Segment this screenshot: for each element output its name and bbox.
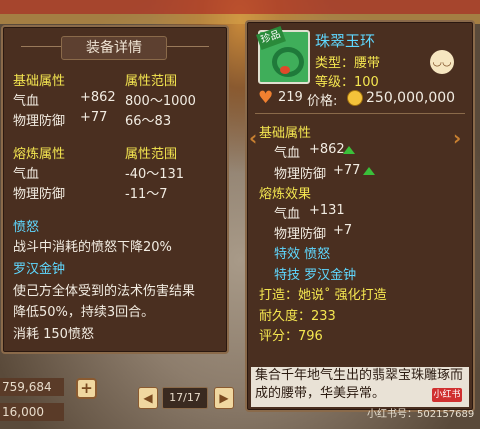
add-currency-button[interactable]: + [76,378,97,399]
divider [255,113,465,114]
basic-def-label: 物理防御 [274,167,327,182]
next-page-button[interactable]: ▶ [214,387,234,409]
refine-def-range: -11～7 [125,187,168,202]
anger-desc: 战斗中消耗的愤怒下降20% [13,240,172,255]
background-banner [0,0,480,14]
basic-attr-header: 基础属性 [13,74,66,89]
price-value: 250,000,000 [366,90,456,106]
skill-desc-line1: 使己方全体受到的法术伤害结果 [13,284,196,299]
forge-info: 打造：她说˚ 强化打造 [259,288,387,303]
currency-value-2: 16,000 [0,403,64,421]
basic-hp-label: 气血 [274,146,301,161]
skill-cost: 消耗 150愤怒 [13,327,94,342]
item-name: 珠翠玉环 [315,32,376,50]
basic-def-value: +77 [333,163,361,178]
item-icon: 珍品 [256,26,310,84]
skill-title: 罗汉金钟 [13,262,66,277]
prev-page-button[interactable]: ◀ [138,387,158,409]
anger-title: 愤怒 [13,220,40,235]
special-skill: 特技 罗汉金钟 [274,268,357,283]
basic-hp-label: 气血 [13,94,40,109]
eye-icon[interactable]: ◡◡ [430,50,454,74]
prev-item-arrow-icon[interactable]: ‹ [249,126,257,150]
basic-hp-value: +862 [80,90,116,105]
refine-hp-label: 气血 [13,167,40,182]
score: 评分：796 [259,329,323,344]
currency-value-1: 759,684 [0,378,64,396]
price-label: 价格: [307,94,338,109]
watermark-badge: 小红书 [432,388,462,402]
refine-range-header: 属性范围 [125,147,178,162]
item-level: 等级：100 [315,75,379,90]
heart-icon: ♥ [258,88,274,108]
refine-def-value: +7 [333,223,353,238]
gem-icon [280,66,290,74]
watermark-text: 小红书号：502157689 [367,409,475,420]
title-divider-right [167,46,209,47]
refine-hp-value: +131 [309,203,345,218]
next-item-arrow-icon[interactable]: › [453,126,461,150]
attr-range-header: 属性范围 [125,74,178,89]
panel-title: 装备详情 [61,36,167,60]
refine-effect-header: 熔炼效果 [259,187,312,202]
special-effect: 特效 愤怒 [274,247,331,262]
equipment-detail-panel: 装备详情 基础属性 属性范围 气血 +862 800～1000 物理防御 +77… [1,25,229,354]
like-count: 219 [278,90,303,105]
gold-coin-icon [347,90,363,106]
basic-hp-range: 800～1000 [125,94,196,109]
basic-def-label: 物理防御 [13,114,66,129]
refine-def-label: 物理防御 [274,227,327,242]
page-indicator: 17/17 [162,387,208,409]
item-tooltip-panel: 珍品 珠翠玉环 类型：腰带 等级：100 ◡◡ ♥ 219 价格: 250,00… [245,20,475,412]
skill-desc-line2: 降低50%，持续3回合。 [13,305,155,320]
up-arrow-icon [363,167,375,175]
basic-attr-header: 基础属性 [259,126,312,141]
title-divider-left [21,46,61,47]
refine-def-label: 物理防御 [13,187,66,202]
rare-tag: 珍品 [256,26,286,50]
durability: 耐久度：233 [259,309,336,324]
refine-attr-header: 熔炼属性 [13,147,66,162]
basic-hp-value: +862 [309,142,345,157]
refine-hp-range: -40～131 [125,167,185,182]
basic-def-range: 66～83 [125,114,172,129]
refine-hp-label: 气血 [274,207,301,222]
up-arrow-icon [343,146,355,154]
basic-def-value: +77 [80,110,108,125]
item-type: 类型：腰带 [315,56,381,71]
